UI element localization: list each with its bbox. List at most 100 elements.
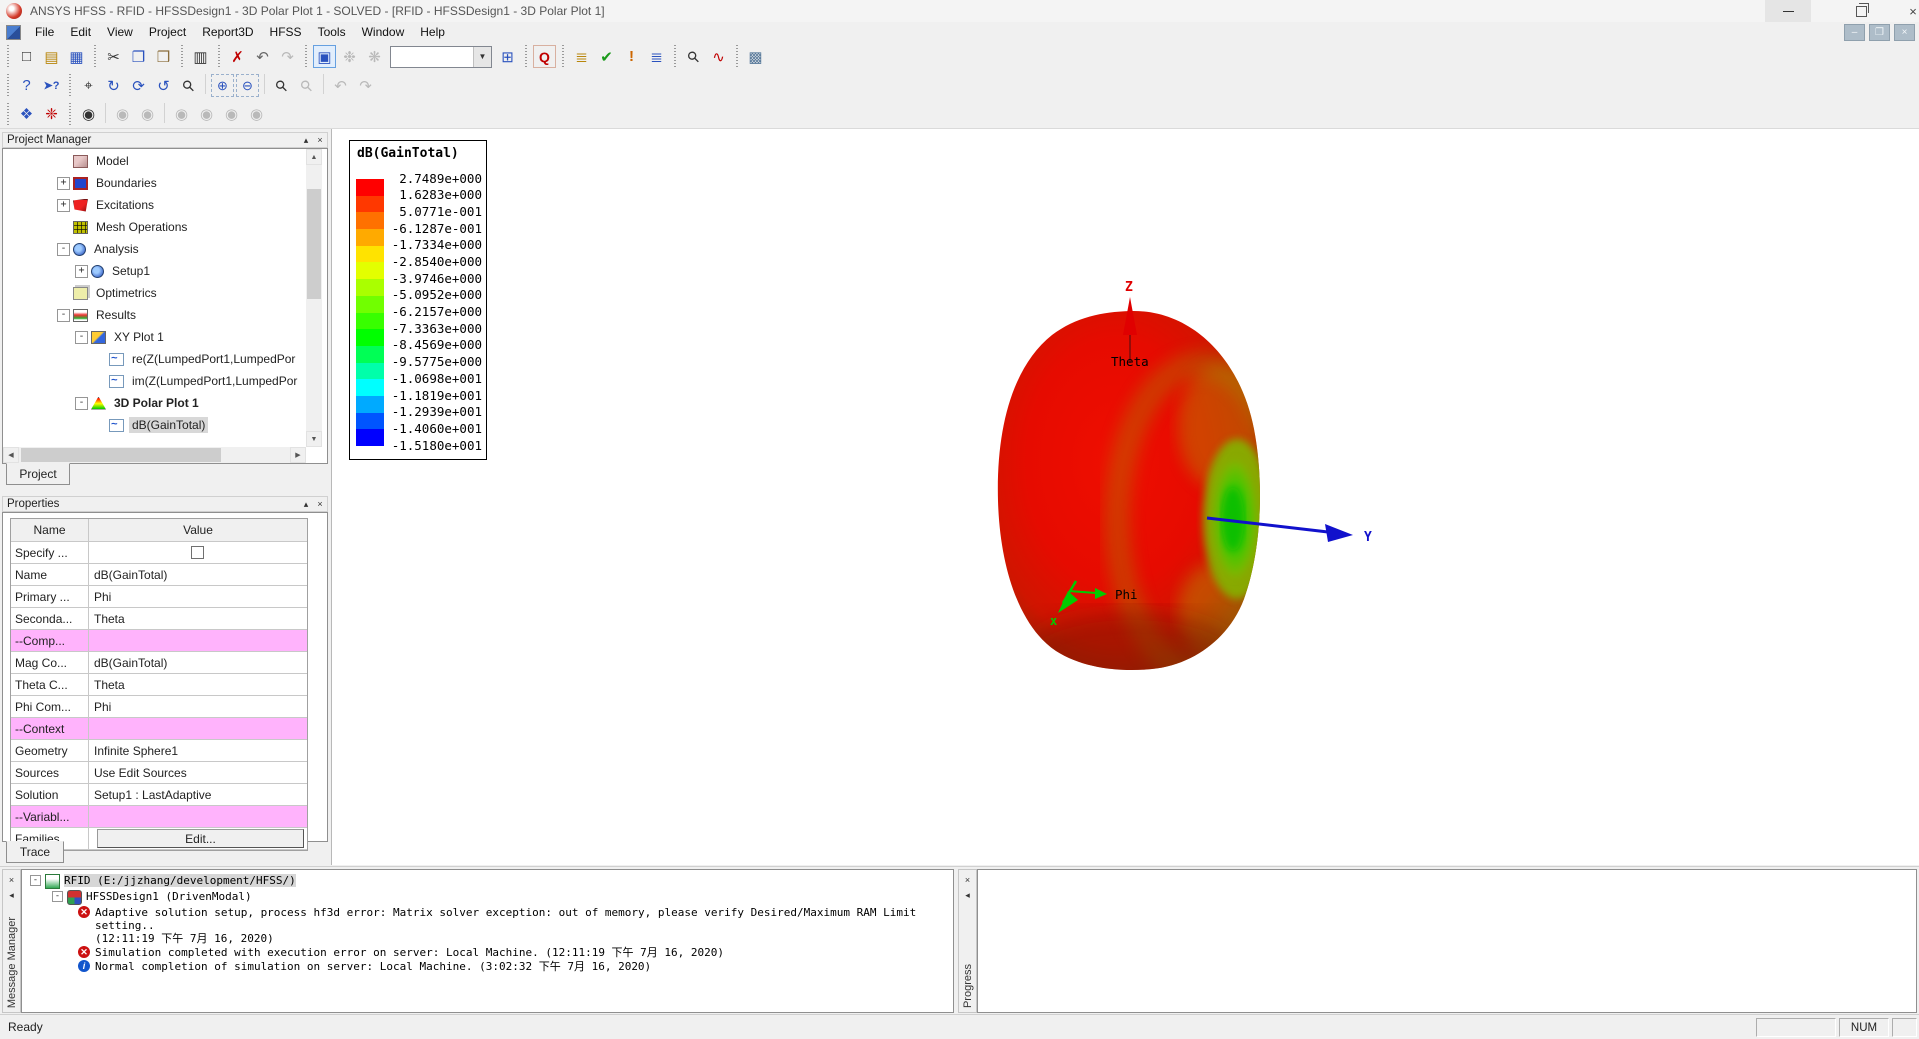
property-value[interactable]: Phi bbox=[94, 590, 111, 604]
radiation-button[interactable]: ❈ bbox=[40, 103, 63, 126]
panel-close-icon[interactable]: × bbox=[313, 135, 327, 145]
expand-toggle-icon[interactable]: - bbox=[57, 308, 70, 322]
field-overlay-button[interactable]: Q bbox=[533, 45, 556, 68]
open-button[interactable]: ▤ bbox=[40, 45, 63, 68]
analyze-all-button[interactable]: ❉ bbox=[338, 45, 361, 68]
visibility-button-4[interactable]: ◉ bbox=[170, 103, 193, 126]
rotate-axis-button[interactable]: ⟳ bbox=[127, 74, 150, 97]
grip[interactable] bbox=[735, 45, 739, 67]
message-row[interactable]: ✕ Simulation completed with execution er… bbox=[22, 946, 953, 959]
tree-item-label[interactable]: re(Z(LumpedPort1,LumpedPor bbox=[129, 351, 298, 367]
project-tree-hscrollbar[interactable]: ◀ ▶ bbox=[3, 447, 306, 463]
scroll-left-icon[interactable]: ◀ bbox=[3, 447, 19, 463]
property-row[interactable]: Theta C... Theta Theta bbox=[11, 674, 307, 696]
zoom-results-button[interactable]: ⚲ bbox=[682, 45, 705, 68]
view-redo-button[interactable]: ↷ bbox=[354, 74, 377, 97]
pan-button[interactable]: ⌖ bbox=[77, 74, 100, 97]
solution-combobox[interactable]: ▼ bbox=[390, 45, 492, 68]
Window[interactable]: Window bbox=[354, 23, 413, 41]
tree-item[interactable]: Model bbox=[3, 150, 305, 172]
magnify-off-button[interactable]: ⚲ bbox=[295, 74, 318, 97]
tab-project[interactable]: Project bbox=[6, 463, 70, 485]
message-text[interactable]: Normal completion of simulation on serve… bbox=[95, 960, 651, 973]
property-value[interactable]: Theta bbox=[94, 612, 125, 626]
panel-pin-icon[interactable]: ◂ bbox=[961, 889, 974, 902]
grip[interactable] bbox=[180, 45, 184, 67]
property-row[interactable]: Specify ... bbox=[11, 542, 307, 564]
vscroll-thumb[interactable] bbox=[307, 189, 321, 299]
tree-item-label[interactable]: Mesh Operations bbox=[93, 219, 190, 235]
tree-item[interactable]: + Excitations bbox=[3, 194, 305, 216]
tree-item-label[interactable]: Excitations bbox=[93, 197, 157, 213]
restore-button[interactable] bbox=[1838, 0, 1884, 22]
Edit[interactable]: Edit bbox=[62, 23, 99, 41]
scroll-down-icon[interactable]: ▼ bbox=[306, 431, 322, 447]
grip[interactable] bbox=[68, 102, 72, 125]
delete-button[interactable]: ✗ bbox=[226, 45, 249, 68]
checkbox[interactable] bbox=[191, 546, 204, 559]
new-button[interactable]: □ bbox=[15, 45, 38, 68]
grip[interactable] bbox=[6, 102, 10, 125]
grip[interactable] bbox=[93, 45, 97, 67]
project-manager-header[interactable]: Project Manager ▴ × bbox=[2, 132, 328, 148]
visibility-button-7[interactable]: ◉ bbox=[245, 103, 268, 126]
visibility-button-2[interactable]: ◉ bbox=[111, 103, 134, 126]
property-row[interactable]: Name dB(GainTotal) dB(GainTotal) bbox=[11, 564, 307, 586]
property-value[interactable]: dB(GainTotal) bbox=[94, 568, 167, 582]
expand-toggle-icon[interactable]: - bbox=[57, 242, 70, 256]
mdi-close-button[interactable]: × bbox=[1894, 24, 1915, 41]
zoom-out-region-button[interactable]: ⊖ bbox=[236, 74, 259, 97]
scroll-up-icon[interactable]: ▲ bbox=[306, 149, 322, 165]
view-undo-button[interactable]: ↶ bbox=[329, 74, 352, 97]
save-button[interactable]: ▦ bbox=[65, 45, 88, 68]
zoom-in-region-button[interactable]: ⊕ bbox=[211, 74, 234, 97]
cut-button[interactable]: ✂ bbox=[102, 45, 125, 68]
tree-item[interactable]: Optimetrics bbox=[3, 282, 305, 304]
copy-button[interactable]: ❐ bbox=[127, 45, 150, 68]
property-row[interactable]: Seconda... Theta Theta bbox=[11, 608, 307, 630]
visibility-button-6[interactable]: ◉ bbox=[220, 103, 243, 126]
expand-toggle-icon[interactable]: + bbox=[57, 198, 70, 212]
panel-collapse-icon[interactable]: ▴ bbox=[299, 135, 313, 146]
View[interactable]: View bbox=[99, 23, 141, 41]
tree-item[interactable]: - Analysis bbox=[3, 238, 305, 260]
panel-close-icon[interactable]: × bbox=[313, 499, 327, 509]
grip[interactable] bbox=[6, 45, 10, 67]
tree-item[interactable]: dB(GainTotal) bbox=[3, 414, 305, 436]
grip[interactable] bbox=[217, 45, 221, 67]
tree-item-label[interactable]: Optimetrics bbox=[93, 285, 160, 301]
rotate-screen-button[interactable]: ↺ bbox=[152, 74, 175, 97]
mdi-restore-button[interactable]: ❐ bbox=[1869, 24, 1890, 41]
sep[interactable] bbox=[323, 74, 324, 94]
expand-toggle-icon[interactable]: - bbox=[30, 875, 41, 886]
report-list-button[interactable]: ≣ bbox=[645, 45, 668, 68]
visibility-button-5[interactable]: ◉ bbox=[195, 103, 218, 126]
tree-item-label[interactable]: dB(GainTotal) bbox=[129, 417, 209, 433]
tree-item[interactable]: - 3D Polar Plot 1 bbox=[3, 392, 305, 414]
HFSS[interactable]: HFSS bbox=[262, 23, 310, 41]
property-value[interactable]: Theta bbox=[94, 678, 125, 692]
grip[interactable] bbox=[673, 45, 677, 67]
undo-button[interactable]: ↶ bbox=[251, 45, 274, 68]
tree-item-label[interactable]: Setup1 bbox=[109, 263, 153, 279]
Report3D[interactable]: Report3D bbox=[194, 23, 261, 41]
tree-item[interactable]: Mesh Operations bbox=[3, 216, 305, 238]
message-design-label[interactable]: HFSSDesign1 (DrivenModal) bbox=[86, 890, 252, 903]
message-project-row[interactable]: - RFID (E:/jjzhang/development/HFSS/) bbox=[22, 874, 953, 889]
expand-toggle-icon[interactable]: + bbox=[57, 176, 70, 190]
property-value[interactable]: dB(GainTotal) bbox=[94, 656, 167, 670]
validate-design-button[interactable]: ✔ bbox=[595, 45, 618, 68]
radiation-pattern-3d[interactable]: Z Theta Y x Phi bbox=[332, 129, 1919, 865]
mdi-minimize-button[interactable]: – bbox=[1844, 24, 1865, 41]
message-design-row[interactable]: - HFSSDesign1 (DrivenModal) bbox=[22, 890, 953, 905]
tree-item[interactable]: im(Z(LumpedPort1,LumpedPor bbox=[3, 370, 305, 392]
tree-item[interactable]: re(Z(LumpedPort1,LumpedPor bbox=[3, 348, 305, 370]
property-value[interactable]: Setup1 : LastAdaptive bbox=[94, 788, 211, 802]
redo-button[interactable]: ↷ bbox=[276, 45, 299, 68]
tab-trace[interactable]: Trace bbox=[6, 841, 64, 863]
message-row[interactable]: ✕ Adaptive solution setup, process hf3d … bbox=[22, 906, 953, 945]
property-row[interactable]: Mag Co... dB(GainTotal) dB(GainTotal) bbox=[11, 652, 307, 674]
properties-header[interactable]: Properties ▴ × bbox=[2, 496, 328, 512]
solids-3d-button[interactable]: ❖ bbox=[15, 103, 38, 126]
scroll-right-icon[interactable]: ▶ bbox=[290, 447, 306, 463]
